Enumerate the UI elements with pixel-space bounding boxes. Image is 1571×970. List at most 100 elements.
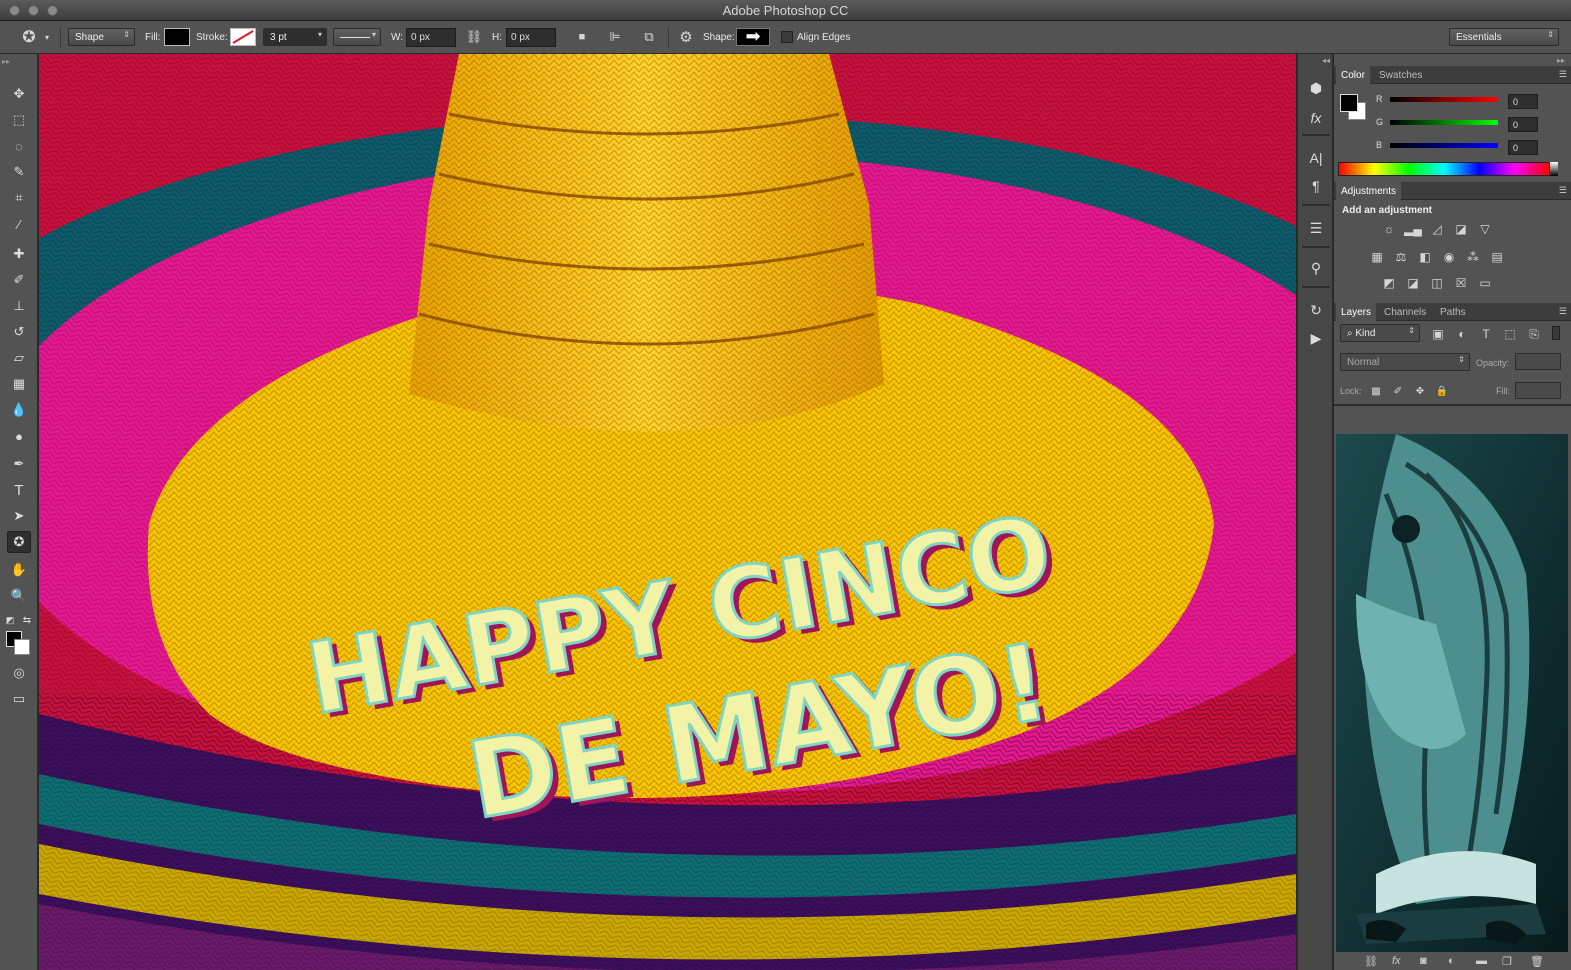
lock-position-icon[interactable]: ✥ [1412, 384, 1428, 398]
actions-play-icon[interactable]: ▶ [1306, 328, 1326, 348]
history-brush-tool-icon[interactable]: ↺ [7, 321, 31, 343]
styles-fx-icon[interactable]: fx [1306, 108, 1326, 128]
curves-icon[interactable]: ◿ [1429, 222, 1445, 236]
quick-mask-icon[interactable]: ◎ [7, 662, 31, 684]
screen-mode-icon[interactable]: ▭ [7, 688, 31, 710]
filter-type-icon[interactable]: T [1478, 327, 1494, 341]
filter-pixel-icon[interactable]: ▣ [1430, 327, 1446, 341]
color-spectrum-ramp[interactable] [1338, 162, 1550, 176]
green-slider[interactable] [1390, 120, 1498, 125]
panel-menu-icon[interactable]: ☰ [1559, 69, 1567, 80]
stroke-type-dropdown[interactable]: ▾ [333, 28, 381, 46]
selective-color-icon[interactable]: ☒ [1453, 276, 1469, 290]
path-select-tool-icon[interactable]: ➤ [7, 505, 31, 527]
blur-tool-icon[interactable]: 💧 [7, 399, 31, 421]
lock-pixels-icon[interactable]: ✐ [1390, 384, 1406, 398]
path-alignment-icon[interactable]: ⊫ [606, 28, 624, 46]
fill-field[interactable] [1515, 382, 1561, 399]
hue-saturation-icon[interactable]: ▦ [1369, 250, 1385, 264]
posterize-icon[interactable]: ◪ [1405, 276, 1421, 290]
dodge-tool-icon[interactable]: ● [7, 425, 31, 447]
tab-color[interactable]: Color [1336, 66, 1370, 84]
width-field[interactable]: 0 px [406, 28, 456, 47]
height-field[interactable]: 0 px [506, 28, 556, 47]
filter-smart-object-icon[interactable]: ⎘ [1526, 327, 1542, 341]
panel-menu-icon[interactable]: ☰ [1559, 185, 1567, 196]
color-balance-icon[interactable]: ⚖ [1393, 250, 1409, 264]
zoom-tool-icon[interactable]: 🔍 [7, 585, 31, 607]
layer-filter-dropdown[interactable]: ⌕ Kind ⇕ [1340, 324, 1420, 342]
exposure-icon[interactable]: ◪ [1453, 222, 1469, 236]
lock-transparent-icon[interactable]: ▩ [1368, 384, 1384, 398]
paragraph-panel-icon[interactable]: ¶ [1306, 176, 1326, 196]
gear-icon[interactable]: ⚙ [677, 28, 695, 46]
dock-collapse-icon[interactable]: ◂◂ [1322, 56, 1330, 65]
brightness-contrast-icon[interactable]: ☼ [1381, 222, 1397, 236]
add-mask-icon[interactable]: ◙ [1420, 955, 1427, 967]
toolbox-collapse-icon[interactable]: ▸▸ [2, 57, 10, 66]
tab-adjustments[interactable]: Adjustments [1336, 182, 1402, 200]
invert-icon[interactable]: ◩ [1381, 276, 1397, 290]
healing-brush-tool-icon[interactable]: ✚ [7, 243, 31, 265]
blend-mode-dropdown[interactable]: Normal ⇕ [1340, 353, 1470, 371]
color-lookup-icon[interactable]: ▤ [1489, 250, 1505, 264]
filter-toggle[interactable] [1552, 326, 1560, 340]
new-layer-icon[interactable]: ❐ [1502, 955, 1512, 968]
filter-shape-icon[interactable]: ⬚ [1502, 327, 1518, 341]
delete-layer-icon[interactable]: 🗑 [1530, 955, 1544, 968]
type-tool-icon[interactable]: T [7, 479, 31, 501]
gradient-map-icon[interactable]: ▭ [1477, 276, 1493, 290]
green-value[interactable]: 0 [1508, 117, 1538, 132]
panel-menu-icon[interactable]: ☰ [1559, 306, 1567, 317]
stroke-swatch[interactable] [230, 28, 256, 46]
tab-layers[interactable]: Layers [1336, 303, 1377, 321]
blue-value[interactable]: 0 [1508, 140, 1538, 155]
opacity-field[interactable] [1515, 353, 1561, 370]
marquee-tool-icon[interactable]: ⬚ [7, 109, 31, 131]
move-tool-icon[interactable]: ✥ [7, 83, 31, 105]
default-colors-icon[interactable]: ◩ [3, 609, 17, 631]
brush-tool-icon[interactable]: ✐ [7, 269, 31, 291]
lock-all-icon[interactable]: 🔒 [1434, 384, 1450, 398]
eraser-tool-icon[interactable]: ▱ [7, 347, 31, 369]
link-dimensions-icon[interactable]: ⛓ [465, 28, 483, 46]
black-white-icon[interactable]: ◧ [1417, 250, 1433, 264]
properties-panel-icon[interactable]: ☰ [1306, 218, 1326, 238]
layer-style-fx-icon[interactable]: fx [1392, 955, 1401, 967]
link-layers-icon[interactable]: ⛓ [1364, 955, 1378, 968]
custom-shape-tool-preset-icon[interactable]: ✪ [20, 28, 38, 46]
background-color-swatch[interactable] [14, 639, 30, 655]
filter-adjustment-icon[interactable]: ◐ [1454, 327, 1470, 341]
character-panel-icon[interactable]: A| [1306, 148, 1326, 168]
crop-tool-icon[interactable]: ⌗ [7, 187, 31, 209]
black-white-ramp[interactable] [1550, 162, 1558, 176]
new-group-icon[interactable]: ▬ [1476, 955, 1487, 967]
channel-mixer-icon[interactable]: ⁂ [1465, 250, 1481, 264]
red-value[interactable]: 0 [1508, 94, 1538, 109]
fill-swatch[interactable] [164, 28, 190, 46]
tab-channels[interactable]: Channels [1379, 303, 1431, 321]
photo-filter-icon[interactable]: ◉ [1441, 250, 1457, 264]
tool-preset-chevron-icon[interactable]: ▾ [42, 28, 52, 46]
lasso-tool-icon[interactable]: ◌ [7, 135, 31, 157]
red-slider[interactable] [1390, 97, 1498, 102]
3d-panel-icon[interactable]: ⬢ [1306, 78, 1326, 98]
swap-colors-icon[interactable]: ⇆ [20, 609, 34, 631]
hand-tool-icon[interactable]: ✋ [7, 559, 31, 581]
gradient-tool-icon[interactable]: ▦ [7, 373, 31, 395]
workspace-dropdown[interactable]: Essentials ⇕ [1449, 28, 1559, 46]
tab-paths[interactable]: Paths [1435, 303, 1471, 321]
levels-icon[interactable]: ▂▄ [1404, 222, 1422, 236]
eyedropper-tool-icon[interactable]: ⁄ [7, 213, 31, 235]
tool-mode-dropdown[interactable]: Shape ⇕ [68, 28, 135, 46]
panels-collapse-icon[interactable]: ▸▸ [1557, 56, 1565, 65]
clone-stamp-tool-icon[interactable]: ⊥ [7, 295, 31, 317]
new-adjustment-layer-icon[interactable]: ◐ [1448, 955, 1455, 967]
threshold-icon[interactable]: ◫ [1429, 276, 1445, 290]
path-operations-icon[interactable]: ■ [573, 28, 591, 46]
pen-tool-icon[interactable]: ✒ [7, 453, 31, 475]
blue-slider[interactable] [1390, 143, 1498, 148]
vibrance-icon[interactable]: ▽ [1477, 222, 1493, 236]
tab-swatches[interactable]: Swatches [1374, 66, 1427, 84]
quick-select-tool-icon[interactable]: ✎ [7, 161, 31, 183]
